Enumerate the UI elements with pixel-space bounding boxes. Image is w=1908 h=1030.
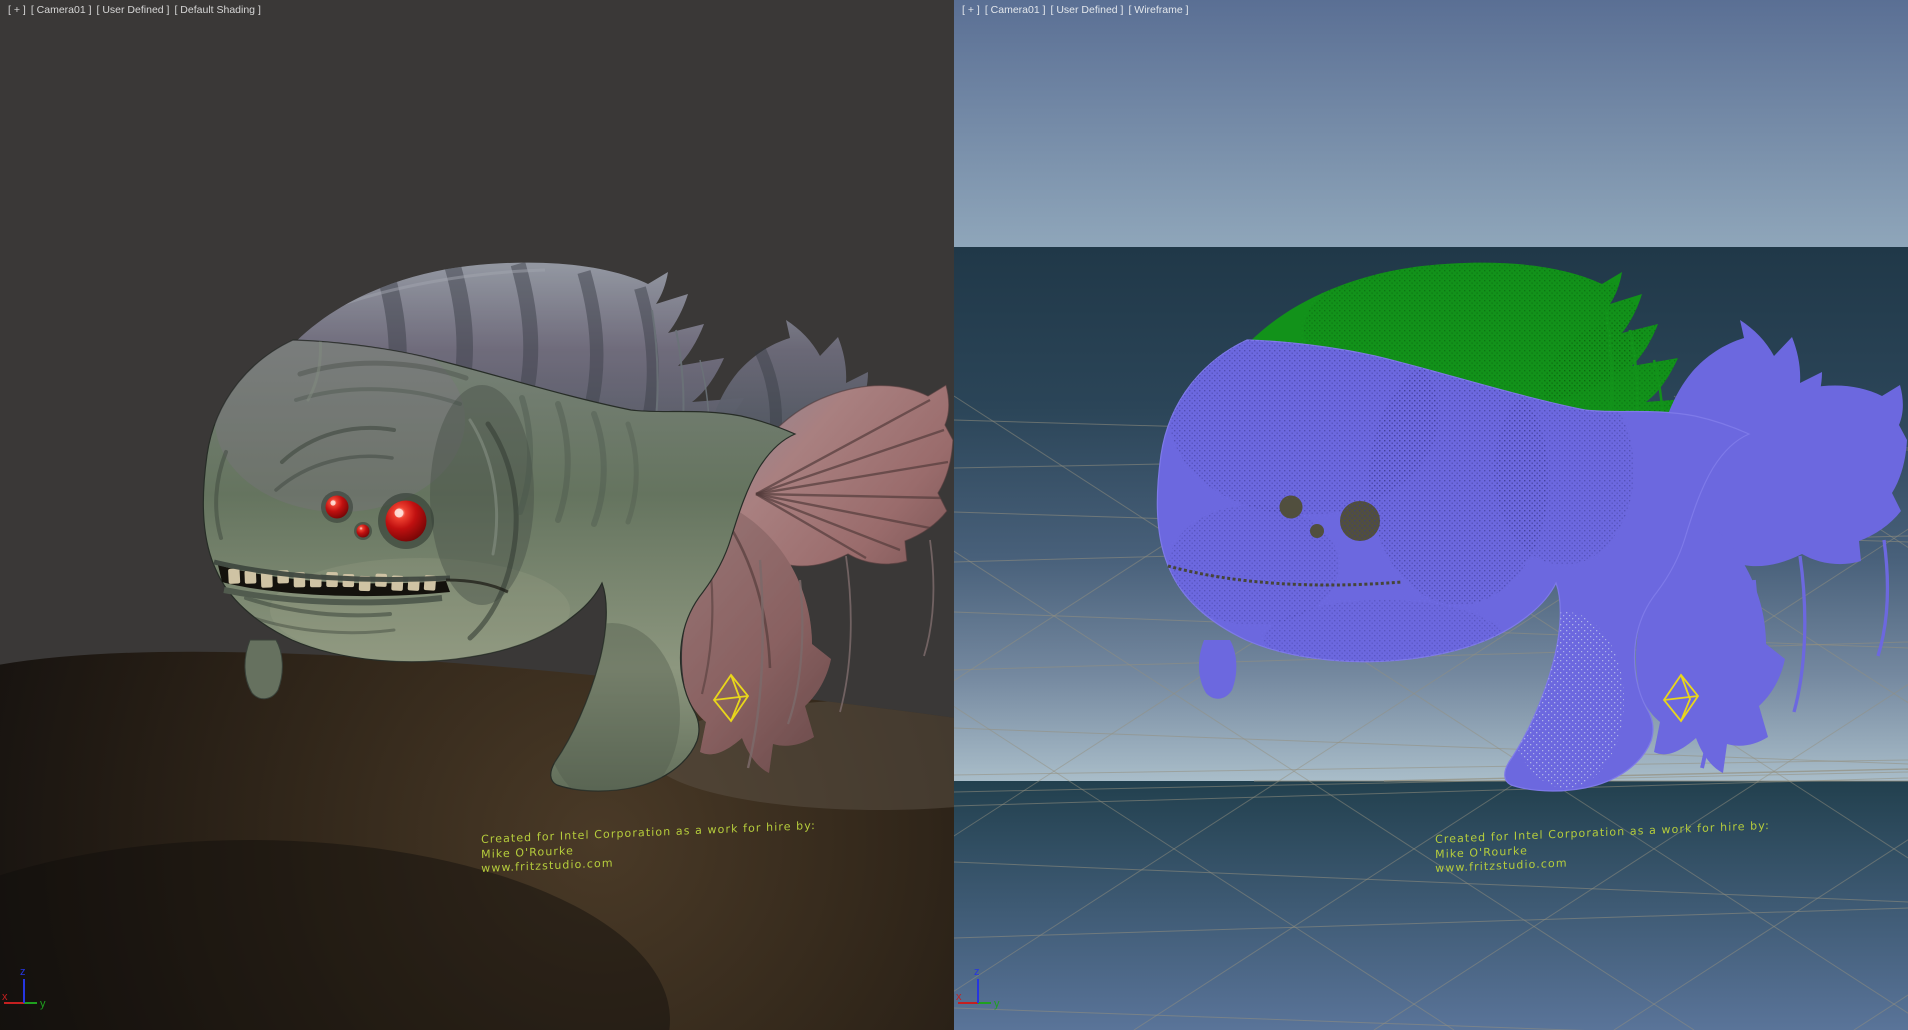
- eye-medium: [326, 496, 349, 519]
- axis-x-label: x: [2, 991, 8, 1003]
- axis-z-label: z: [20, 966, 26, 978]
- chin-barbel: [1199, 640, 1236, 699]
- wireframe-scene: x y z: [954, 0, 1908, 1030]
- viewport-label-shaded: [ + ] [ Camera01 ] [ User Defined ] [ Defau…: [8, 4, 266, 16]
- viewport-menu-pov[interactable]: [ User Defined ]: [97, 4, 170, 16]
- ground-dome[interactable]: [0, 652, 954, 1030]
- dual-viewport-stage: x y z [ + ][ Camera01 ][ User Defined ][…: [0, 0, 1908, 1030]
- axis-y-label: y: [994, 998, 1000, 1010]
- viewport-menu-general[interactable]: [ + ]: [8, 4, 26, 16]
- eye-small: [357, 525, 370, 538]
- axis-z-label: z: [974, 966, 980, 978]
- axis-y-label: y: [40, 998, 46, 1010]
- viewport-menu-pov[interactable]: [ User Defined ]: [1051, 4, 1124, 16]
- viewport-label-wireframe: [ + ] [ Camera01 ] [ User Defined ] [ Wiref…: [962, 4, 1194, 16]
- viewport-menu-shading[interactable]: [ Wireframe ]: [1128, 4, 1188, 16]
- viewport-default-shading[interactable]: x y z [ + ][ Camera01 ][ User Defined ][…: [0, 0, 954, 1030]
- viewport-menu-camera[interactable]: [ Camera01 ]: [31, 4, 92, 16]
- viewport-menu-shading[interactable]: [ Default Shading ]: [174, 4, 260, 16]
- viewport-wireframe[interactable]: x y z [ + ][ Camera01 ][ User Defined ][…: [954, 0, 1908, 1030]
- eye-small: [1310, 524, 1324, 538]
- shaded-scene: x y z: [0, 0, 954, 1030]
- viewport-menu-general[interactable]: [ + ]: [962, 4, 980, 16]
- sky-background: [954, 0, 1908, 247]
- axis-x-label: x: [956, 991, 962, 1003]
- viewport-menu-camera[interactable]: [ Camera01 ]: [985, 4, 1046, 16]
- chin-barbel: [245, 640, 282, 699]
- eye-large: [386, 501, 427, 542]
- eye-medium: [1280, 496, 1303, 519]
